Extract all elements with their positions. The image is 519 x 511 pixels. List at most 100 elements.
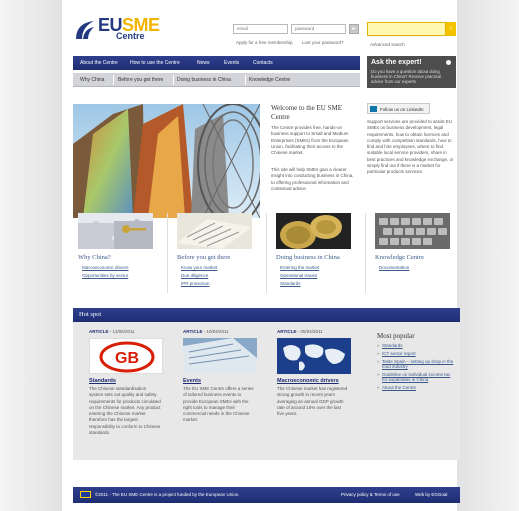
login-button[interactable]: ▸ [349, 24, 359, 34]
link-know-your-market[interactable]: Know your market [181, 265, 217, 270]
article-3-text: The Chinese market has registered strong… [277, 386, 348, 417]
search-button[interactable]: › [446, 22, 456, 36]
events-image [183, 338, 257, 374]
apply-membership-link[interactable]: Apply for a free membership [236, 40, 293, 45]
hotspot-title: Hot spot [79, 311, 102, 318]
hero-image [73, 104, 260, 218]
lost-password-link[interactable]: Lost your password? [302, 40, 344, 45]
article-2-image[interactable] [183, 338, 257, 374]
article-2-title[interactable]: Events [183, 378, 201, 384]
footer-copyright: ©2011 - The EU SME Centre is a project f… [95, 492, 240, 497]
expert-bubble-icon [446, 60, 451, 65]
link-opportunities-by-sector[interactable]: Opportunities by sector [82, 273, 128, 278]
puzzle-key-image [78, 213, 153, 249]
doing-business-title[interactable]: Doing business in China [276, 254, 340, 261]
logo-centre-text: Centre [116, 31, 145, 41]
article-1-meta: ARTICLE - 13/05/2011 [89, 329, 135, 334]
ask-expert-text: Do you have a question about doing busin… [371, 69, 442, 84]
column-divider [167, 213, 168, 293]
most-popular-item[interactable]: Taste Spain – setting up shop in the foo… [377, 359, 455, 370]
why-china-image[interactable] [78, 213, 153, 249]
article-2-text: The EU SME Centre offers a series of tai… [183, 386, 254, 423]
link-macroeconomic-drivers[interactable]: Macroeconomic drivers [82, 265, 129, 270]
linkedin-icon [370, 106, 377, 112]
article-3-image[interactable] [277, 338, 351, 374]
tab-knowledge-centre[interactable]: Knowledge Centre [249, 77, 290, 83]
advanced-search-link[interactable]: Advanced search [370, 42, 405, 47]
knowledge-centre-image[interactable] [375, 213, 450, 249]
nav-divider [113, 75, 114, 85]
tab-before-you-get-there[interactable]: Before you get there [118, 77, 163, 83]
link-standards[interactable]: Standards [280, 281, 301, 286]
eu-flag-icon [80, 491, 91, 498]
hotspot-header: Hot spot [73, 308, 460, 322]
site-logo[interactable]: EUSME Centre [62, 0, 172, 45]
linkedin-follow-button[interactable]: Follow us on LinkedIn [367, 103, 430, 114]
knowledge-centre-title[interactable]: Knowledge Centre [375, 254, 424, 261]
welcome-paragraph-1: The Centre provides free, hands-on busin… [271, 125, 349, 156]
link-due-diligence[interactable]: Due diligence [181, 273, 208, 278]
welcome-paragraph-2: This site will help SMEs gain a clearer … [271, 167, 354, 191]
linkedin-label: Follow us on LinkedIn [380, 107, 424, 112]
article-1-image[interactable]: GB [89, 338, 163, 374]
hero-buildings-image [73, 104, 260, 218]
nav-contacts[interactable]: Contacts [253, 60, 273, 66]
email-field[interactable]: email [233, 24, 288, 34]
ask-expert-title: Ask the expert! [371, 59, 422, 66]
before-you-get-there-title[interactable]: Before you get there [177, 254, 230, 261]
article-3-meta: ARTICLE - 05/04/2011 [277, 329, 323, 334]
before-you-get-there-image[interactable] [177, 213, 252, 249]
link-operational-issues[interactable]: Operational issues [280, 273, 317, 278]
password-field[interactable]: password [291, 24, 346, 34]
tab-why-china[interactable]: Why China [80, 77, 104, 83]
link-documentation[interactable]: Documentation [379, 265, 409, 270]
search-input[interactable] [367, 22, 446, 36]
support-text: Support services are provided to assist … [367, 119, 454, 175]
world-map-image [277, 338, 351, 374]
nav-about[interactable]: About the Centre [80, 60, 118, 66]
article-2-label: ARTICLE [183, 329, 203, 334]
article-3-label: ARTICLE [277, 329, 297, 334]
article-1-date: 13/05/2011 [112, 329, 135, 334]
primary-nav: About the Centre How to use the Centre N… [73, 56, 360, 70]
nav-news[interactable]: News [197, 60, 210, 66]
link-entering-the-market[interactable]: Entering the market [280, 265, 319, 270]
most-popular-title: Most popular [377, 332, 415, 340]
tab-doing-business[interactable]: Doing business in China [177, 77, 231, 83]
nav-events[interactable]: Events [224, 60, 239, 66]
doing-business-image[interactable] [276, 213, 351, 249]
article-3-title[interactable]: Macroeconomic drivers [277, 378, 339, 384]
why-china-title[interactable]: Why China? [78, 254, 111, 261]
documents-image [177, 213, 252, 249]
column-divider [365, 213, 366, 293]
link-ipr-protection[interactable]: IPR protection [181, 281, 210, 286]
privacy-policy-link[interactable]: Privacy policy & Terms of use [341, 492, 400, 497]
coins-image [276, 213, 351, 249]
most-popular-item[interactable]: Guideline on individual income tax for e… [377, 372, 455, 383]
gb-logo-image: GB [90, 339, 162, 373]
nav-how-to-use[interactable]: How to use the Centre [130, 60, 180, 66]
page-shadow-right [457, 0, 519, 511]
most-popular-item[interactable]: Standards [377, 343, 455, 349]
logo-mark-icon [76, 21, 94, 39]
web-by-link[interactable]: Web by EGGoal [415, 492, 447, 497]
article-2-date: 10/04/2011 [206, 329, 229, 334]
gb-logo-text: GB [115, 350, 139, 367]
most-popular-item[interactable]: About the Centre [377, 385, 455, 391]
article-1-title[interactable]: Standards [89, 378, 116, 384]
search-arrow-icon: › [449, 25, 453, 32]
secondary-nav: Why China Before you get there Doing bus… [73, 73, 360, 87]
article-2-meta: ARTICLE - 10/04/2011 [183, 329, 229, 334]
keyboard-image [375, 213, 450, 249]
article-3-date: 05/04/2011 [300, 329, 323, 334]
article-1-text: The Chinese standardisation system sets … [89, 386, 161, 436]
most-popular-list: Standards ICT sector report Taste Spain … [377, 343, 455, 393]
nav-divider [245, 75, 246, 85]
most-popular-item[interactable]: ICT sector report [377, 351, 455, 357]
page-container: EUSME Centre email password ▸ Apply for … [62, 0, 460, 511]
page-shadow-left [0, 0, 62, 511]
welcome-title: Welcome to the EU SME Centre [271, 104, 342, 121]
column-divider [266, 213, 267, 293]
article-1-label: ARTICLE [89, 329, 109, 334]
ask-expert-box[interactable]: Ask the expert! Do you have a question a… [367, 56, 456, 88]
